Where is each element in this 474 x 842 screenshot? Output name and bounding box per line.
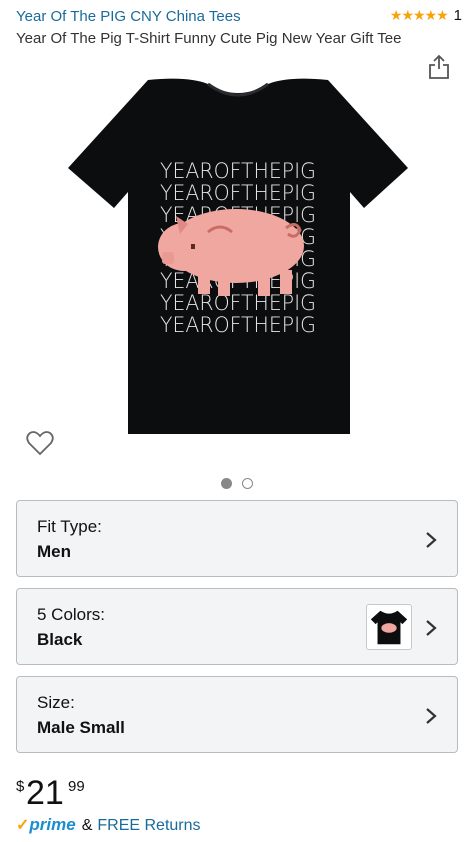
price-fraction: 99 [68,778,85,795]
print-line: YEAROFTHEPIG [160,159,316,183]
chevron-right-icon [426,532,437,548]
prime-logo: prime [29,815,76,834]
print-line: YEAROFTHEPIG [160,181,316,205]
free-returns-link[interactable]: FREE Returns [97,817,200,835]
product-image[interactable]: YEAROFTHEPIGYEAROFTHEPIGYEAROFTHEPIGYEAR… [58,72,418,442]
product-title: Year Of The Pig T-Shirt Funny Cute Pig N… [16,30,402,47]
shipping-info: ✓ prime & FREE Returns [16,815,201,835]
size-value: Male Small [37,718,125,737]
size-label: Size: [37,693,75,712]
color-value: Black [37,630,83,649]
fit-type-label: Fit Type: [37,517,102,536]
print-line: YEAROFTHEPIG [160,313,316,337]
rating[interactable]: ★★★★★ 1 [390,7,462,24]
color-label: 5 Colors: [37,605,106,624]
price-currency: $ [16,778,25,795]
chevron-right-icon [426,620,437,636]
price-whole: 21 [26,774,64,812]
color-selector[interactable]: 5 Colors: Black [16,588,458,665]
fit-type-value: Men [37,542,71,561]
share-icon[interactable] [427,54,451,80]
carousel-dot[interactable] [221,478,232,489]
chevron-right-icon [426,708,437,724]
color-swatch-thumbnail[interactable] [366,604,412,650]
brand-row: Year Of The PIG CNY China Tees ★★★★★ 1 [16,7,462,27]
rating-count: 1 [453,7,462,24]
heart-icon[interactable] [26,430,54,456]
prime-check-icon: ✓ [16,817,30,834]
brand-link[interactable]: Year Of The PIG CNY China Tees [16,8,241,25]
print-line: YEAROFTHEPIG [160,291,316,315]
fit-type-selector[interactable]: Fit Type: Men [16,500,458,577]
carousel-dot[interactable] [242,478,253,489]
size-selector[interactable]: Size: Male Small [16,676,458,753]
ampersand: & [81,817,93,834]
star-rating-icon: ★★★★★ [389,7,449,23]
carousel-dots [0,478,474,489]
